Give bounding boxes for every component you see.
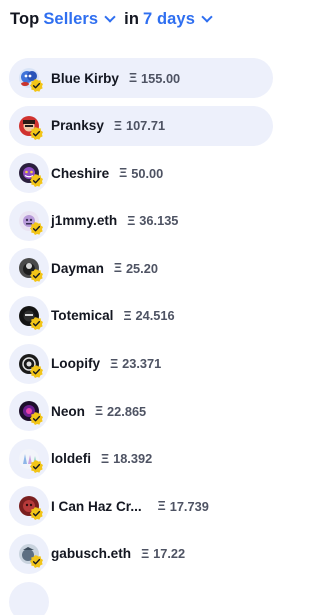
chevron-down-icon xyxy=(104,11,116,23)
verified-badge-icon xyxy=(30,412,43,426)
seller-row[interactable]: Pranksy Ξ 107.71 xyxy=(9,105,273,146)
verified-badge-icon xyxy=(30,221,43,235)
verified-badge-icon xyxy=(30,507,43,521)
verified-badge-icon xyxy=(30,459,43,473)
avatar xyxy=(9,438,49,479)
seller-row[interactable]: j1mmy.eth Ξ 36.135 xyxy=(9,200,273,241)
avatar xyxy=(9,153,49,194)
seller-volume-value: 50.00 xyxy=(131,165,164,181)
seller-name: loldefi xyxy=(51,451,92,467)
seller-volume-value: 22.865 xyxy=(107,403,147,419)
header-connector: in xyxy=(124,9,140,28)
avatar xyxy=(9,295,49,336)
eth-icon: Ξ xyxy=(113,118,122,133)
header-prefix: Top xyxy=(10,9,40,28)
seller-row[interactable]: Loopify Ξ 23.371 xyxy=(9,343,273,384)
seller-name: j1mmy.eth xyxy=(51,213,118,229)
period-dropdown-label: 7 days xyxy=(143,9,195,28)
seller-name: gabusch.eth xyxy=(51,546,132,562)
avatar xyxy=(9,581,49,615)
seller-row[interactable]: Dayman Ξ 25.20 xyxy=(9,248,273,289)
seller-name: Pranksy xyxy=(51,118,104,134)
seller-volume-value: 107.71 xyxy=(125,118,166,134)
eth-icon: Ξ xyxy=(110,356,119,371)
eth-icon: Ξ xyxy=(127,213,136,228)
avatar xyxy=(9,486,49,527)
seller-volume-value: 17.739 xyxy=(169,498,209,514)
eth-icon: Ξ xyxy=(128,71,138,85)
avatar xyxy=(9,200,49,241)
category-dropdown[interactable]: Sellers xyxy=(43,10,124,29)
verified-badge-icon xyxy=(30,126,43,140)
seller-volume: Ξ 50.00 xyxy=(119,166,163,181)
avatar xyxy=(9,105,49,146)
seller-volume-value: 18.392 xyxy=(113,451,153,467)
avatar xyxy=(9,248,49,289)
top-sellers-panel: Top Sellers in 7 days Blue Kirby Ξ 155.0… xyxy=(0,0,273,615)
seller-name: Neon xyxy=(51,403,85,419)
eth-icon: Ξ xyxy=(157,499,166,514)
seller-row[interactable]: gabusch.eth Ξ 17.22 xyxy=(9,533,273,574)
verified-badge-icon xyxy=(30,316,43,330)
seller-volume: Ξ 107.71 xyxy=(114,118,165,133)
seller-row[interactable]: Totemical Ξ 24.516 xyxy=(9,295,273,336)
seller-volume-value: 23.371 xyxy=(122,356,162,372)
verified-badge-icon xyxy=(30,174,43,188)
seller-volume-value: 155.00 xyxy=(141,70,181,86)
seller-name: I Can Haz Cr... xyxy=(51,498,142,514)
verified-badge-icon xyxy=(30,554,43,568)
eth-icon: Ξ xyxy=(113,261,122,276)
period-dropdown[interactable]: 7 days xyxy=(143,10,221,29)
verified-badge-icon xyxy=(30,79,43,92)
avatar xyxy=(9,391,49,432)
seller-volume: Ξ 22.865 xyxy=(95,404,146,419)
seller-volume-value: 17.22 xyxy=(153,546,186,562)
eth-icon: Ξ xyxy=(101,451,110,466)
seller-row[interactable]: Blue Kirby Ξ 155.00 xyxy=(9,58,273,98)
top-sellers-header: Top Sellers in 7 days xyxy=(10,6,221,32)
seller-volume-value: 36.135 xyxy=(139,213,179,229)
verified-badge-icon xyxy=(30,364,43,378)
sellers-list: Blue Kirby Ξ 155.00 Pranksy Ξ 107.71 Che… xyxy=(9,58,273,615)
avatar xyxy=(9,533,49,574)
seller-volume-value: 24.516 xyxy=(135,308,175,324)
seller-row-partial[interactable] xyxy=(9,581,273,615)
seller-name: Loopify xyxy=(51,356,101,372)
seller-name: Totemical xyxy=(51,308,114,324)
seller-volume: Ξ 24.516 xyxy=(123,308,174,323)
seller-volume: Ξ 17.22 xyxy=(141,546,185,561)
seller-row[interactable]: Neon Ξ 22.865 xyxy=(9,391,273,432)
category-dropdown-label: Sellers xyxy=(43,9,99,28)
avatar xyxy=(9,343,49,384)
seller-volume: Ξ 17.739 xyxy=(158,499,209,514)
verified-badge-icon xyxy=(30,269,43,283)
seller-volume: Ξ 155.00 xyxy=(129,71,180,86)
chevron-down-icon xyxy=(201,11,213,23)
seller-volume: Ξ 23.371 xyxy=(110,356,161,371)
eth-icon: Ξ xyxy=(123,308,132,323)
seller-volume: Ξ 25.20 xyxy=(114,261,158,276)
seller-row[interactable]: loldefi Ξ 18.392 xyxy=(9,438,273,479)
eth-icon: Ξ xyxy=(141,546,150,561)
eth-icon: Ξ xyxy=(119,166,128,181)
seller-name: Dayman xyxy=(51,260,104,276)
seller-volume-value: 25.20 xyxy=(125,260,158,276)
seller-name: Blue Kirby xyxy=(51,70,119,86)
eth-icon: Ξ xyxy=(94,404,104,419)
seller-row[interactable]: Cheshire Ξ 50.00 xyxy=(9,153,273,194)
seller-name: Cheshire xyxy=(51,165,110,181)
seller-volume: Ξ 18.392 xyxy=(101,451,152,466)
seller-volume: Ξ 36.135 xyxy=(127,213,178,228)
seller-row[interactable]: I Can Haz Cr... Ξ 17.739 xyxy=(9,486,273,527)
avatar xyxy=(9,58,49,98)
